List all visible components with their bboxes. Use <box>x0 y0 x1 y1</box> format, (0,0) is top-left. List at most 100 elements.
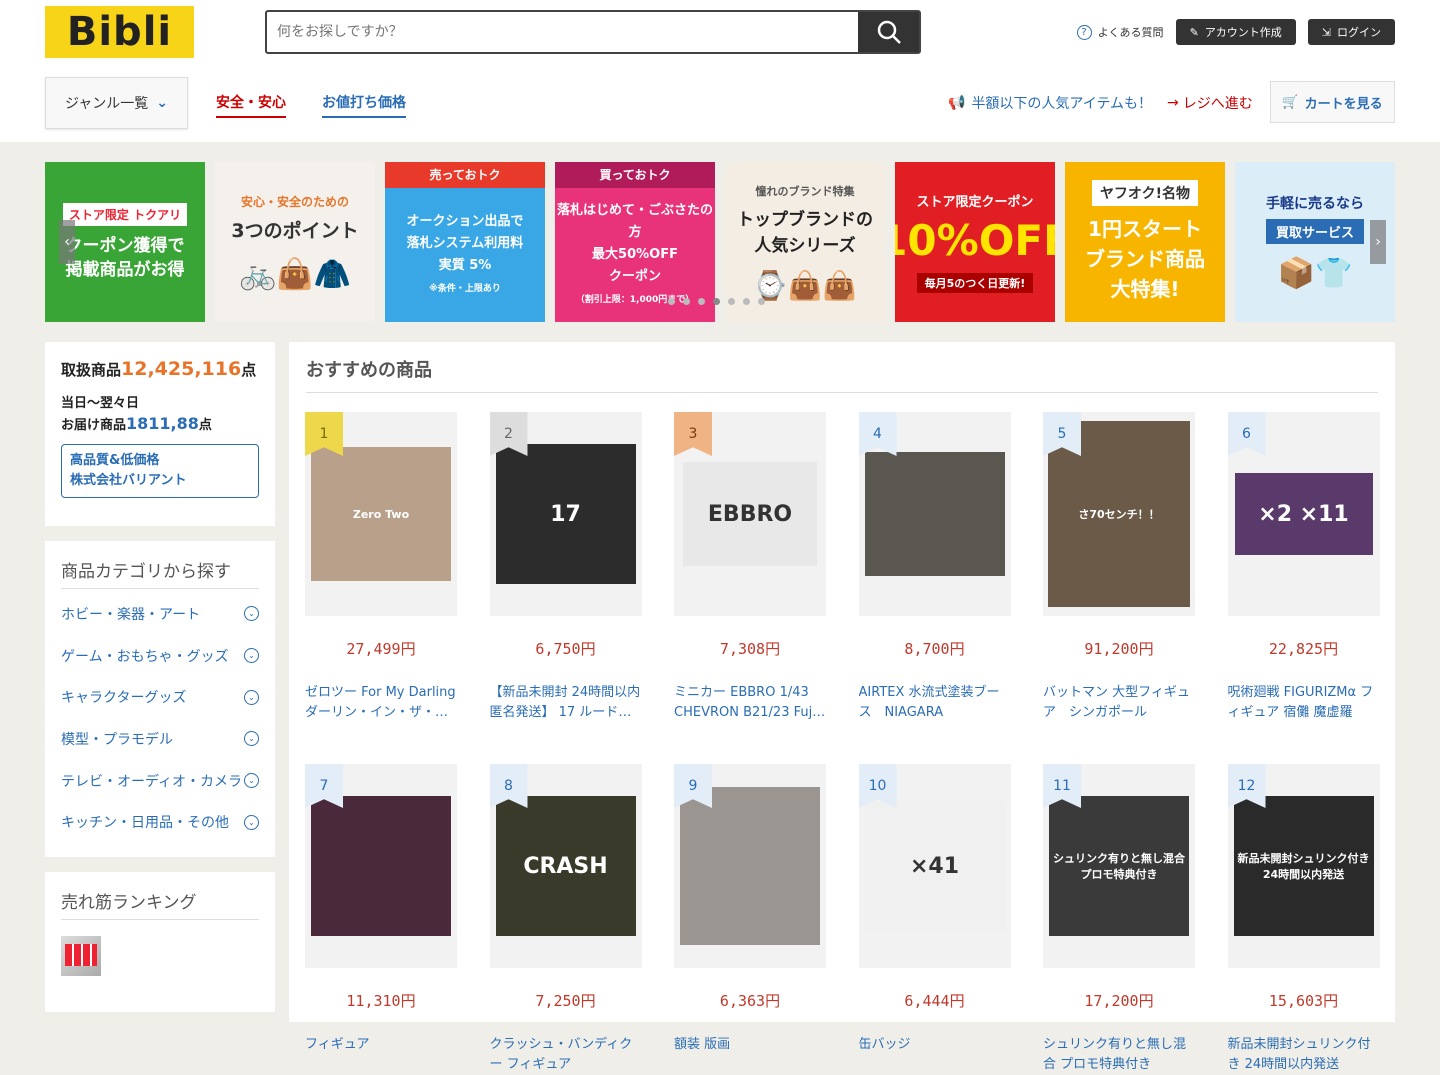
product-card[interactable]: さ70センチ！！ 5 91,200円バットマン 大型フィギュア シンガポール <box>1043 412 1195 723</box>
carousel-next-button[interactable]: › <box>1370 220 1386 264</box>
banner-item[interactable]: ストア限定クーポン10%OFF毎月5のつく日更新! <box>895 162 1055 322</box>
chevron-down-icon: ⌄ <box>156 95 169 111</box>
nav-bargain[interactable]: お値打ち価格 <box>322 92 406 118</box>
product-card[interactable]: 172 6,750円【新品未開封 24時間以内匿名発送】 17 ルードヴィヒ・ヴィ… <box>489 412 642 723</box>
product-name[interactable]: ミニカー EBBRO 1/43 CHEVRON B21/23 Fuji 1971 <box>674 683 826 723</box>
banner-item[interactable]: 安心・安全のための 3つのポイント 🚲👜🧥 <box>215 162 375 322</box>
product-card[interactable]: 9 6,363円額装 版画 <box>674 764 826 1075</box>
product-name[interactable]: 額装 版画 <box>674 1035 826 1075</box>
banner-item[interactable]: ヤフオク!名物 1円スタート ブランド商品 大特集! <box>1065 162 1225 322</box>
product-name[interactable]: バットマン 大型フィギュア シンガポール <box>1043 683 1195 723</box>
search-button[interactable] <box>858 12 919 52</box>
product-card[interactable]: ×41 10 6,444円 缶バッジ <box>858 764 1011 1075</box>
chevron-down-icon: ⌄ <box>244 814 259 830</box>
product-image <box>680 787 820 945</box>
carousel-dot[interactable] <box>683 298 690 305</box>
top-links: ? よくある質問 ✎ アカウント作成 ⇲ ログイン <box>1076 19 1395 45</box>
product-thumbnail[interactable]: シュリンク有りと無し混合 プロモ特典付き 11 <box>1043 764 1195 968</box>
product-name[interactable]: 呪術廻戦 FIGURIZMα フィギュア 宿儺 魔虚羅 <box>1228 683 1380 723</box>
carousel-dot[interactable] <box>713 298 720 305</box>
product-price: 22,825円 <box>1268 640 1339 658</box>
carousel-dot[interactable] <box>743 298 750 305</box>
product-thumbnail[interactable]: さ70センチ！！ 5 <box>1043 412 1195 616</box>
carousel-prev-button[interactable]: ‹ <box>59 220 75 264</box>
product-image: CRASH <box>495 796 636 936</box>
company-box[interactable]: 高品質&低価格 株式会社バリアント <box>61 444 259 498</box>
product-thumbnail[interactable]: 9 <box>674 764 826 968</box>
product-price: 7,308円 <box>719 640 781 658</box>
product-card[interactable]: EBBRO 3 7,308円ミニカー EBBRO 1/43 CHEVRON B21/… <box>674 412 826 723</box>
product-name[interactable]: 新品未開封シュリンク付き 24時間以内発送 <box>1228 1035 1380 1075</box>
chevron-down-icon: ⌄ <box>244 689 259 705</box>
banner-item[interactable]: 売っておトク オークション出品で 落札システム利用料 実質 5% ※条件・上限あり <box>385 162 545 322</box>
product-price: 91,200円 <box>1084 640 1154 658</box>
cart-button[interactable]: 🛒 カートを見る <box>1270 81 1395 123</box>
product-card[interactable]: 7 11,310円フィギュア <box>305 764 457 1075</box>
chevron-down-icon: ⌄ <box>244 731 259 747</box>
carousel-dot[interactable] <box>698 298 705 305</box>
product-card[interactable]: 4 8,700円 AIRTEX 水流式塗装ブース NIAGARA <box>858 412 1011 723</box>
product-name[interactable]: ゼロツー For My Darling ダーリン・イン・ザ・フランキス <box>305 683 457 723</box>
product-thumbnail[interactable]: 新品未開封シュリンク付き 24時間以内発送 12 <box>1227 764 1380 968</box>
category-item[interactable]: テレビ・オーディオ・カメラ ⌄ <box>61 760 259 802</box>
delivery-count: 1811,88 <box>126 414 199 433</box>
category-item[interactable]: ホビー・楽器・アート ⌄ <box>61 593 259 635</box>
product-price: 6,363円 <box>719 992 781 1010</box>
carousel-dot[interactable] <box>728 298 735 305</box>
box-icon: 📦👕 <box>1277 256 1353 291</box>
create-account-button[interactable]: ✎ アカウント作成 <box>1175 19 1296 45</box>
product-image <box>311 796 451 936</box>
category-item[interactable]: ゲーム・おもちゃ・グッズ ⌄ <box>61 635 259 677</box>
product-name[interactable]: シュリンク有りと無し混合 プロモ特典付き <box>1043 1035 1195 1075</box>
carousel-dot[interactable] <box>668 298 675 305</box>
bicycle-bag-icon: 🚲👜🧥 <box>238 256 352 292</box>
megaphone-icon: 📢 <box>948 95 966 111</box>
product-name[interactable]: 缶バッジ <box>859 1035 1011 1075</box>
product-image: シュリンク有りと無し混合 プロモ特典付き <box>1049 796 1189 936</box>
product-card[interactable]: 新品未開封シュリンク付き 24時間以内発送 12 15,603円 新品未開封シュリンク… <box>1227 764 1380 1075</box>
cart-icon: 🛒 <box>1282 94 1299 110</box>
question-icon: ? <box>1076 24 1092 40</box>
product-image <box>864 452 1005 576</box>
product-name[interactable]: フィギュア <box>305 1035 457 1075</box>
product-name[interactable]: AIRTEX 水流式塗装ブース NIAGARA <box>859 683 1011 723</box>
product-image: EBBRO <box>683 462 817 566</box>
product-card[interactable]: Zero Two 1 27,499円 ゼロツー For My Darling ダーリン… <box>305 412 457 723</box>
category-item[interactable]: キッチン・日用品・その他 ⌄ <box>61 801 259 843</box>
product-card[interactable]: シュリンク有りと無し混合 プロモ特典付き 11 17,200円 シュリンク有りと無し混… <box>1043 764 1195 1075</box>
checkout-link[interactable]: → レジへ進む <box>1167 93 1253 113</box>
bibli-logo[interactable]: Bibli <box>45 6 194 58</box>
search-bar <box>265 10 921 54</box>
login-button[interactable]: ⇲ ログイン <box>1307 19 1395 45</box>
category-item[interactable]: 模型・プラモデル ⌄ <box>61 718 259 760</box>
product-price: 15,603円 <box>1268 992 1339 1010</box>
promo-link[interactable]: 📢 半額以下の人気アイテムも！ <box>948 93 1152 113</box>
search-icon <box>877 20 901 44</box>
product-thumbnail[interactable]: CRASH 8 <box>489 764 642 968</box>
product-image: 新品未開封シュリンク付き 24時間以内発送 <box>1233 796 1374 936</box>
carousel-dots <box>668 298 765 305</box>
product-price: 11,310円 <box>346 992 416 1010</box>
genre-dropdown[interactable]: ジャンル一覧 ⌄ <box>45 77 188 129</box>
product-thumbnail[interactable]: 7 <box>305 764 457 968</box>
search-input[interactable] <box>267 12 858 52</box>
product-name[interactable]: 【新品未開封 24時間以内匿名発送】 17 ルードヴィヒ・ヴィトゲンシュタイン <box>490 683 642 723</box>
chevron-right-icon: › <box>1375 234 1381 250</box>
product-thumbnail[interactable]: ×41 10 <box>858 764 1011 968</box>
product-thumbnail[interactable]: EBBRO 3 <box>674 412 826 616</box>
product-thumbnail[interactable]: Zero Two 1 <box>305 412 457 616</box>
product-thumbnail[interactable]: 4 <box>858 412 1011 616</box>
category-item[interactable]: キャラクターグッズ ⌄ <box>61 676 259 718</box>
product-thumbnail[interactable]: ×2 ×11 6 <box>1227 412 1380 616</box>
rank-badge: 6 <box>1227 412 1266 456</box>
product-thumbnail[interactable]: 17 2 <box>489 412 642 616</box>
ranking-title: 売れ筋ランキング <box>61 888 259 920</box>
product-card[interactable]: CRASH 8 7,250円 クラッシュ・バンディクー フィギュア <box>489 764 642 1075</box>
faq-link[interactable]: ? よくある質問 <box>1076 24 1164 40</box>
ranking-thumbnail[interactable] <box>61 936 101 976</box>
nav-safety[interactable]: 安全・安心 <box>216 92 286 118</box>
product-name[interactable]: クラッシュ・バンディクー フィギュア <box>490 1035 642 1075</box>
rank-badge: 4 <box>858 412 897 456</box>
product-card[interactable]: ×2 ×11 6 22,825円呪術廻戦 FIGURIZMα フィギュア 宿儺 魔虚… <box>1227 412 1380 723</box>
carousel-dot[interactable] <box>758 298 765 305</box>
